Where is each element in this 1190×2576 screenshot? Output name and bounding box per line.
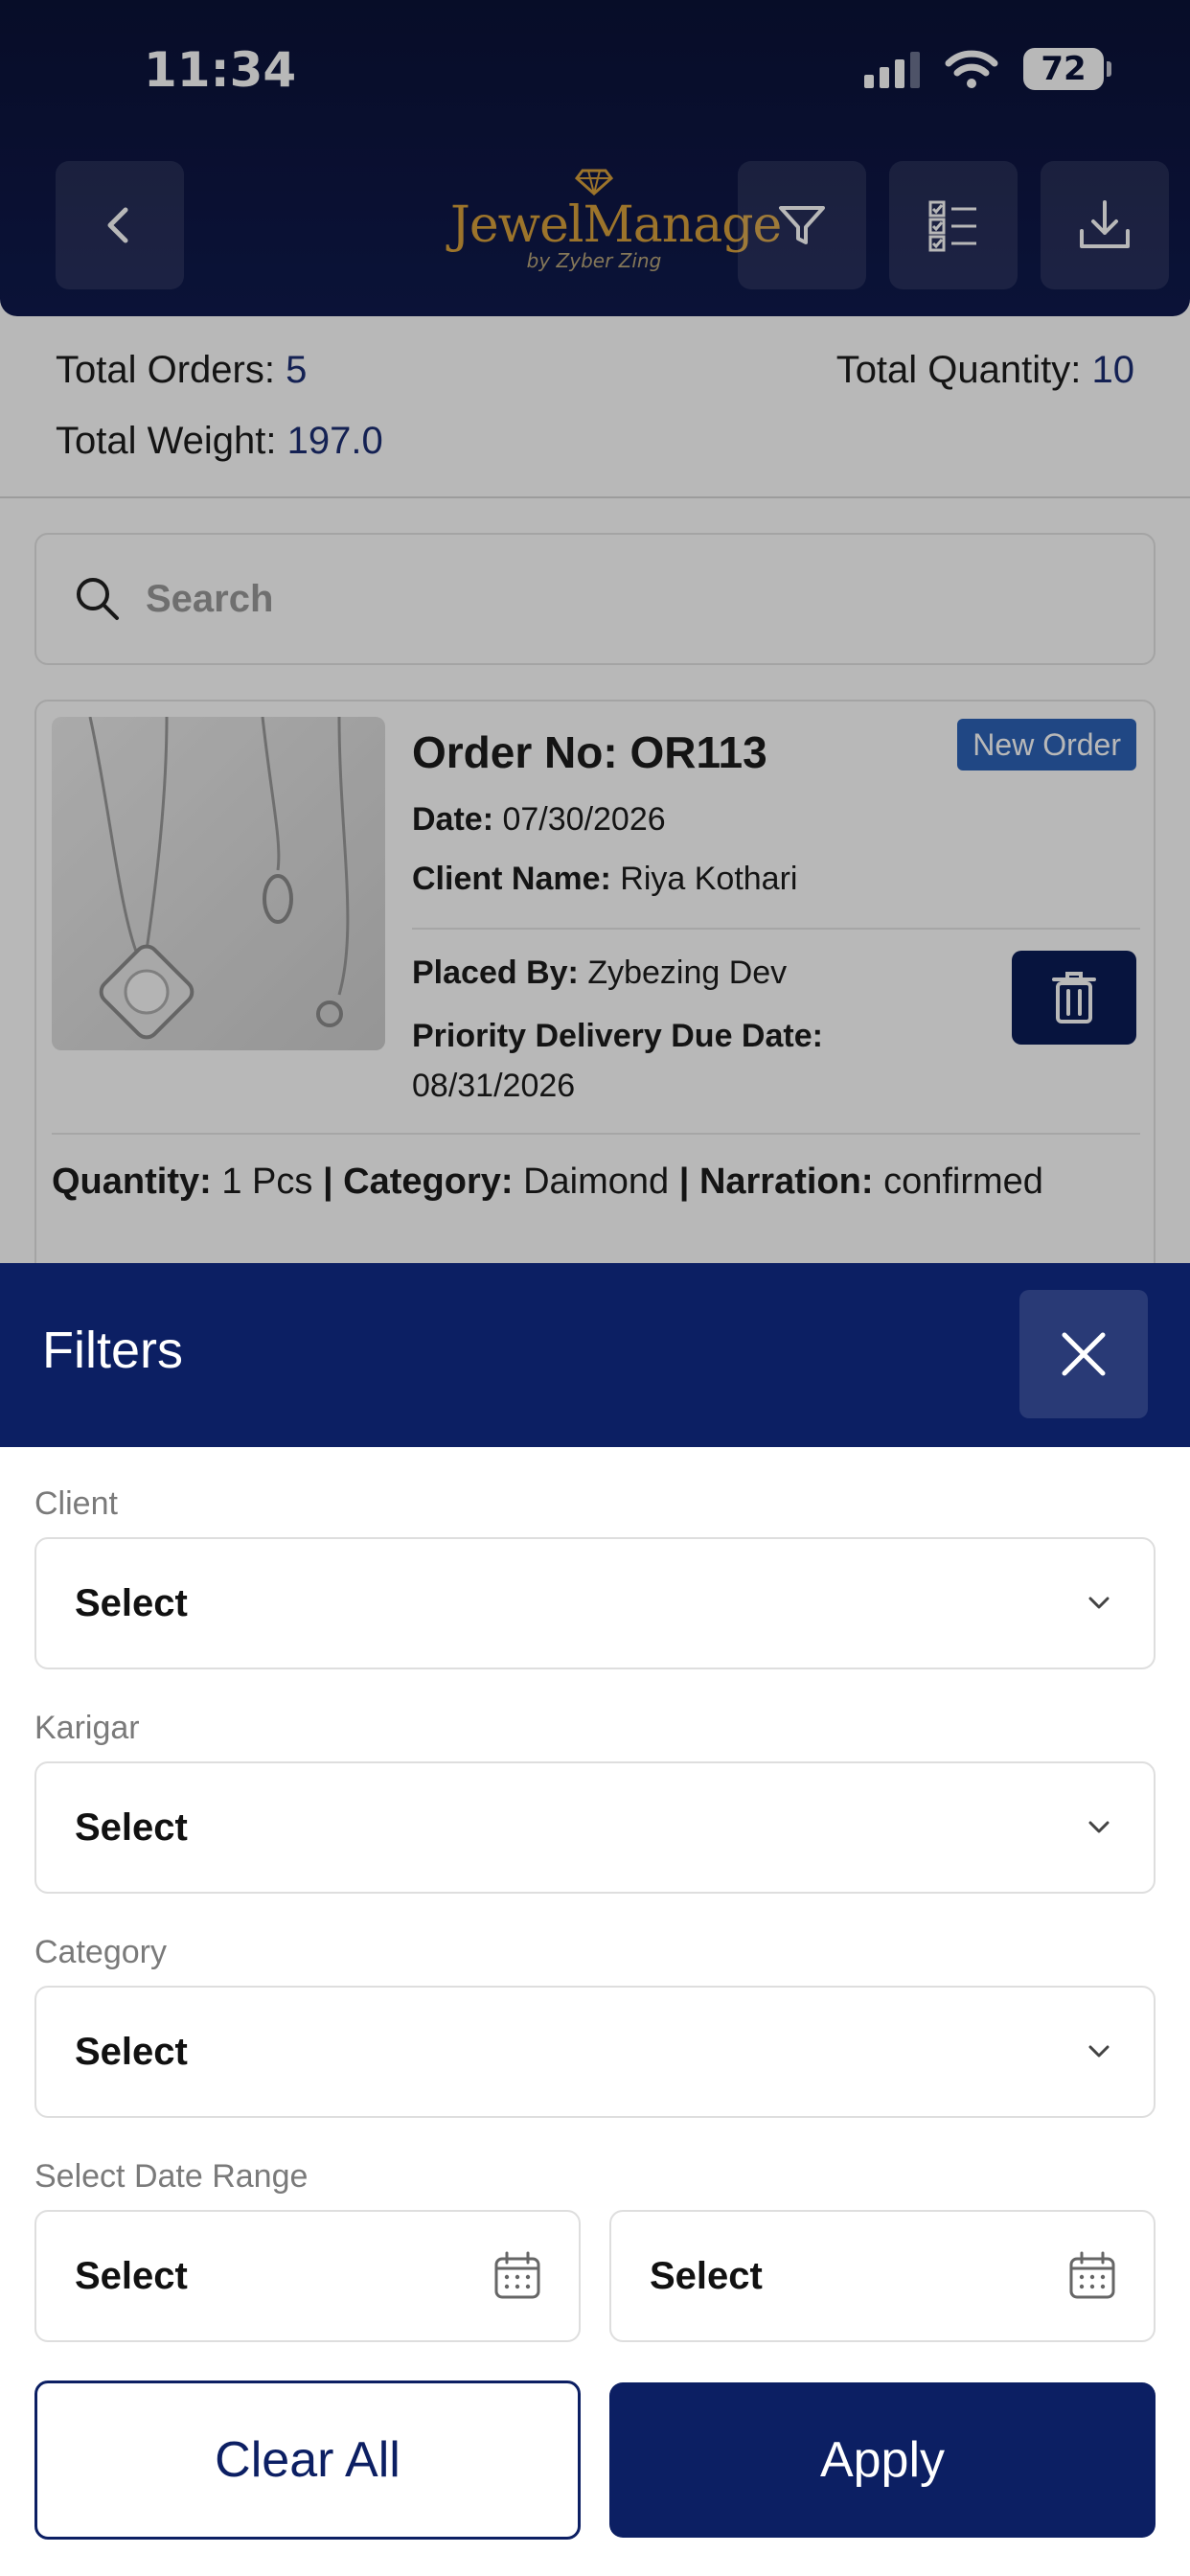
chevron-down-icon xyxy=(1088,1597,1110,1609)
category-select[interactable]: Select xyxy=(34,1986,1156,2118)
chevron-down-icon xyxy=(1088,1821,1110,1833)
calendar-icon xyxy=(494,2251,540,2299)
apply-button[interactable]: Apply xyxy=(609,2382,1156,2538)
date-from-value: Select xyxy=(75,2254,188,2297)
date-to-picker[interactable]: Select xyxy=(609,2210,1156,2342)
chevron-down-icon xyxy=(1088,2045,1110,2058)
modal-backdrop[interactable] xyxy=(0,0,1190,1265)
karigar-filter-label: Karigar xyxy=(34,1710,140,1746)
clear-all-button[interactable]: Clear All xyxy=(34,2380,581,2540)
filters-sheet: Filters Client Select Karigar Select Cat… xyxy=(0,1263,1190,2576)
filters-title: Filters xyxy=(42,1322,183,1379)
close-icon xyxy=(1062,1332,1106,1376)
karigar-select[interactable]: Select xyxy=(34,1761,1156,1894)
close-button[interactable] xyxy=(1019,1290,1148,1418)
category-select-value: Select xyxy=(75,2030,188,2073)
date-to-value: Select xyxy=(650,2254,763,2297)
client-filter-label: Client xyxy=(34,1485,118,1522)
calendar-icon xyxy=(1069,2251,1115,2299)
client-select[interactable]: Select xyxy=(34,1537,1156,1669)
client-select-value: Select xyxy=(75,1581,188,1624)
date-from-picker[interactable]: Select xyxy=(34,2210,581,2342)
filters-header: Filters xyxy=(0,1263,1190,1447)
date-range-label: Select Date Range xyxy=(34,2158,309,2195)
category-filter-label: Category xyxy=(34,1934,167,1970)
karigar-select-value: Select xyxy=(75,1806,188,1849)
